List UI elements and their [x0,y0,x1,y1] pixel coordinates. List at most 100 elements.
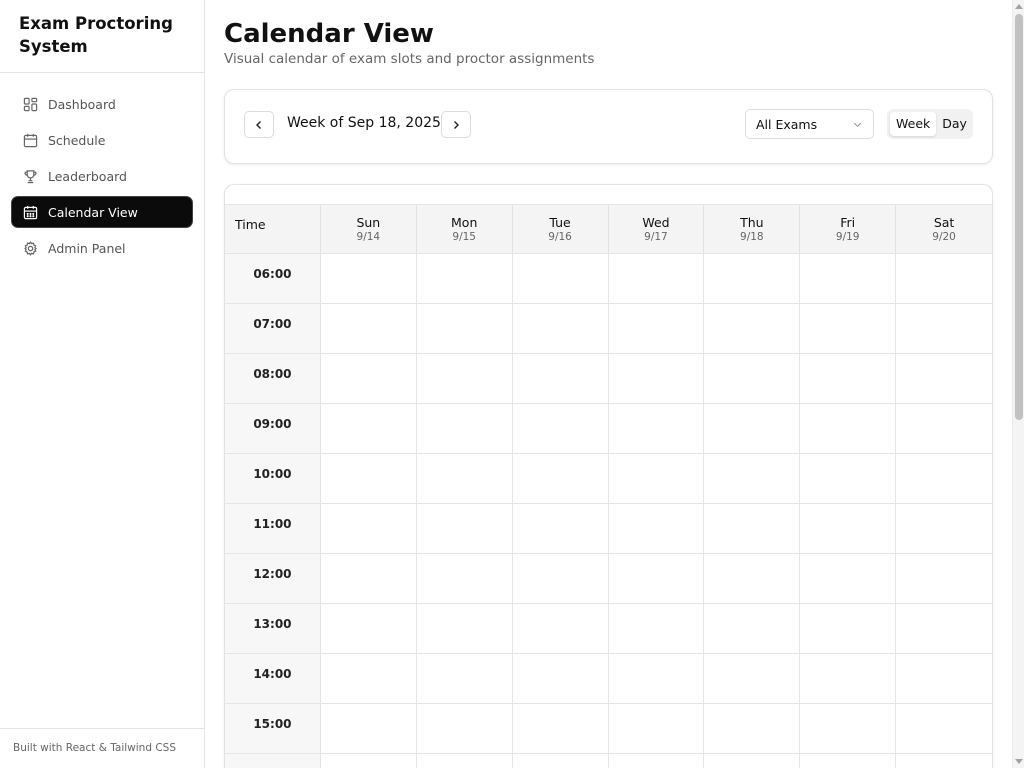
sidebar-item-label: Dashboard [48,96,116,112]
calendar-cell[interactable] [608,504,705,553]
calendar-cell[interactable] [800,654,897,703]
calendar-cell[interactable] [608,254,705,303]
calendar-cell[interactable] [608,654,705,703]
calendar-cell[interactable] [896,554,992,603]
calendar-cell[interactable] [704,504,801,553]
day-date: 9/20 [932,231,956,243]
calendar-cell[interactable] [608,704,705,753]
calendar-cell[interactable] [320,554,417,603]
calendar-cell[interactable] [512,454,609,503]
calendar-cell[interactable] [608,554,705,603]
calendar-cell[interactable] [416,504,513,553]
calendar-cell[interactable] [608,404,705,453]
calendar-cell[interactable] [896,604,992,653]
sidebar-item-schedule[interactable]: Schedule [12,125,192,155]
calendar-cell[interactable] [704,404,801,453]
calendar-cell[interactable] [800,254,897,303]
calendar-cell[interactable] [512,504,609,553]
calendar-cell[interactable] [704,354,801,403]
calendar-cell[interactable] [896,404,992,453]
time-row: 06:00 [225,254,992,304]
calendar-cell[interactable] [800,504,897,553]
calendar-cell[interactable] [416,254,513,303]
next-week-button[interactable] [441,111,471,138]
calendar-cell[interactable] [320,504,417,553]
calendar-cell[interactable] [800,354,897,403]
calendar-cell[interactable] [320,754,417,768]
calendar-cell[interactable] [896,504,992,553]
calendar-cell[interactable] [416,654,513,703]
calendar-cell[interactable] [896,354,992,403]
day-header: Thu 9/18 [704,205,801,253]
calendar-cell[interactable] [320,604,417,653]
calendar-cell[interactable] [416,304,513,353]
scroll-down-icon[interactable] [1015,759,1023,764]
calendar-cell[interactable] [320,354,417,403]
calendar-cell[interactable] [416,354,513,403]
sidebar-item-label: Leaderboard [48,168,127,184]
previous-week-button[interactable] [244,111,274,138]
calendar-cell[interactable] [608,354,705,403]
calendar-cell[interactable] [800,754,897,768]
calendar-cell[interactable] [800,554,897,603]
calendar-cell[interactable] [512,604,609,653]
calendar-cell[interactable] [704,454,801,503]
calendar-cell[interactable] [896,254,992,303]
calendar-cell[interactable] [800,454,897,503]
sidebar-item-leaderboard[interactable]: Leaderboard [12,161,192,191]
calendar-cell[interactable] [608,604,705,653]
exam-filter-select[interactable]: All Exams [745,109,874,139]
calendar-cell[interactable] [416,604,513,653]
calendar-cell[interactable] [320,654,417,703]
sidebar-nav: Dashboard Schedule Leaderboard Calendar … [0,73,204,263]
view-week-button[interactable]: Week [890,112,937,136]
calendar-cell[interactable] [416,704,513,753]
calendar-cell[interactable] [704,604,801,653]
calendar-cell[interactable] [800,704,897,753]
calendar-cell[interactable] [416,454,513,503]
calendar-cell[interactable] [320,454,417,503]
calendar-cell[interactable] [704,754,801,768]
sidebar-item-calendar-view[interactable]: Calendar View [12,197,192,227]
calendar-cell[interactable] [512,254,609,303]
vertical-scrollbar[interactable] [1012,0,1024,768]
calendar-cell[interactable] [896,304,992,353]
calendar-cell[interactable] [704,254,801,303]
time-column-header: Time [225,205,321,253]
calendar-cell[interactable] [512,754,609,768]
calendar-cell[interactable] [416,754,513,768]
view-day-button[interactable]: Day [936,112,971,136]
day-header: Wed 9/17 [609,205,705,253]
calendar-cell[interactable] [896,654,992,703]
calendar-cell[interactable] [800,304,897,353]
calendar-cell[interactable] [896,454,992,503]
calendar-header-row: Time Sun 9/14 Mon 9/15 Tue 9/16 Wed 9/17 Thu… [225,204,992,254]
calendar-cell[interactable] [704,704,801,753]
calendar-cell[interactable] [512,354,609,403]
sidebar-item-admin-panel[interactable]: Admin Panel [12,233,192,263]
calendar-cell[interactable] [320,404,417,453]
calendar-cell[interactable] [704,654,801,703]
calendar-cell[interactable] [704,304,801,353]
calendar-cell[interactable] [608,454,705,503]
calendar-cell[interactable] [512,404,609,453]
calendar-cell[interactable] [416,404,513,453]
calendar-cell[interactable] [320,304,417,353]
calendar-cell[interactable] [608,754,705,768]
calendar-cell[interactable] [800,604,897,653]
sidebar-item-dashboard[interactable]: Dashboard [12,89,192,119]
scrollbar-thumb[interactable] [1015,14,1023,420]
calendar-cell[interactable] [896,754,992,768]
calendar-cell[interactable] [512,304,609,353]
calendar-cell[interactable] [320,254,417,303]
calendar-cell[interactable] [320,704,417,753]
calendar-cell[interactable] [704,554,801,603]
calendar-cell[interactable] [608,304,705,353]
calendar-cell[interactable] [512,554,609,603]
calendar-cell[interactable] [512,654,609,703]
calendar-cell[interactable] [896,704,992,753]
scroll-up-icon[interactable] [1015,4,1023,9]
calendar-cell[interactable] [800,404,897,453]
calendar-cell[interactable] [416,554,513,603]
calendar-cell[interactable] [512,704,609,753]
